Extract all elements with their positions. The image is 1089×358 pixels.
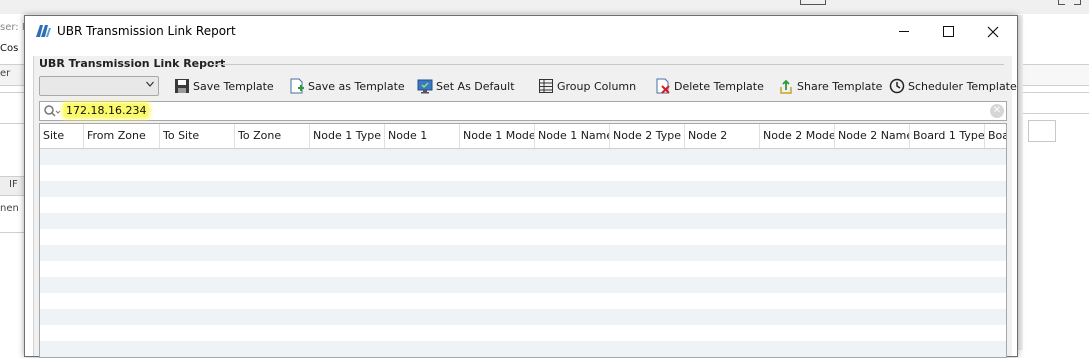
background-window-button	[800, 0, 826, 5]
scheduler-template-button[interactable]: Scheduler Template	[889, 75, 1017, 97]
column-header[interactable]: Node 1 Type	[310, 124, 385, 148]
column-header[interactable]: Node 2 Name	[835, 124, 910, 148]
background-content-label: nen	[0, 203, 19, 214]
save-as-icon	[290, 78, 304, 94]
table-row	[40, 341, 1006, 357]
table-row	[40, 229, 1006, 245]
background-app-header	[0, 0, 1089, 14]
column-header[interactable]: Node 1	[385, 124, 460, 148]
table-row	[40, 277, 1006, 293]
column-header[interactable]: Node 2 Type	[610, 124, 685, 148]
search-icon	[44, 105, 61, 117]
group-column-label: Group Column	[557, 79, 637, 93]
report-table: Site From Zone To Site To Zone Node 1 Type No…	[39, 123, 1007, 358]
save-as-template-button[interactable]: Save as Template	[289, 75, 405, 97]
table-row	[40, 325, 1006, 341]
report-dialog: UBR Transmission Link Report UBR Transmi…	[24, 15, 1018, 358]
report-panel: UBR Transmission Link Report Save Templa…	[33, 56, 1017, 358]
close-icon	[987, 26, 999, 37]
monitor-icon	[417, 79, 433, 94]
background-right-field[interactable]	[1028, 120, 1056, 142]
column-header[interactable]: Node 1 Model	[460, 124, 535, 148]
column-header[interactable]: Node 2 Model	[760, 124, 835, 148]
table-row	[40, 149, 1006, 165]
search-input[interactable]: 172.18.16.234 ✕	[39, 101, 1007, 121]
chevron-down-icon	[146, 81, 154, 87]
background-right-toolbar	[1016, 64, 1089, 86]
dialog-title: UBR Transmission Link Report	[57, 24, 236, 38]
background-divider	[0, 232, 24, 233]
delete-template-icon	[656, 78, 670, 94]
table-row	[40, 245, 1006, 261]
background-corner-bracket-right	[1074, 0, 1081, 5]
clock-icon	[889, 78, 905, 94]
template-select[interactable]	[39, 76, 159, 96]
minimize-button[interactable]	[881, 16, 927, 47]
maximize-icon	[942, 26, 954, 37]
table-row	[40, 181, 1006, 197]
column-header[interactable]: Node 1 Name	[535, 124, 610, 148]
table-header: Site From Zone To Site To Zone Node 1 Type No…	[40, 124, 1006, 149]
set-as-default-button[interactable]: Set As Default	[417, 75, 515, 97]
save-icon	[175, 79, 189, 93]
background-tab-bar: IF	[0, 176, 24, 196]
background-filter-label: er	[0, 68, 11, 79]
column-header[interactable]: Node 2	[685, 124, 760, 148]
table-row	[40, 165, 1006, 181]
table-row	[40, 261, 1006, 277]
background-cost-label: Cos	[0, 43, 19, 54]
table-row	[40, 213, 1006, 229]
table-row	[40, 293, 1006, 309]
background-right-row	[1016, 92, 1089, 114]
dialog-titlebar[interactable]: UBR Transmission Link Report	[25, 16, 1017, 47]
column-header[interactable]: Boa	[985, 124, 1006, 148]
table-row	[40, 309, 1006, 325]
group-title: UBR Transmission Link Report	[39, 57, 230, 70]
group-divider	[212, 64, 1004, 65]
table-row	[40, 197, 1006, 213]
maximize-button[interactable]	[925, 16, 971, 47]
scheduler-template-label: Scheduler Template	[908, 79, 1017, 93]
group-column-icon	[539, 79, 553, 93]
save-template-button[interactable]: Save Template	[174, 75, 274, 97]
share-template-label: Share Template	[797, 79, 883, 93]
share-icon	[780, 79, 792, 94]
background-panel	[0, 92, 24, 124]
set-as-default-label: Set As Default	[436, 79, 515, 93]
group-column-button[interactable]: Group Column	[538, 75, 636, 97]
background-filter-bar: er	[0, 64, 24, 86]
background-tab-label: IF	[9, 179, 18, 190]
save-as-template-label: Save as Template	[308, 79, 405, 93]
column-header[interactable]: Site	[40, 124, 84, 148]
search-value: 172.18.16.234	[64, 104, 149, 117]
column-header[interactable]: Board 1 Type	[910, 124, 985, 148]
clear-search-icon[interactable]: ✕	[990, 104, 1004, 118]
save-template-label: Save Template	[193, 79, 274, 93]
background-corner-bracket-left	[1058, 0, 1065, 5]
app-logo-icon	[35, 24, 51, 38]
column-header[interactable]: From Zone	[84, 124, 160, 148]
column-header[interactable]: To Site	[160, 124, 235, 148]
close-button[interactable]	[970, 16, 1016, 47]
table-body	[40, 149, 1006, 357]
minimize-icon	[899, 31, 909, 32]
delete-template-label: Delete Template	[674, 79, 764, 93]
share-template-button[interactable]: Share Template	[778, 75, 882, 97]
delete-template-button[interactable]: Delete Template	[655, 75, 764, 97]
column-header[interactable]: To Zone	[235, 124, 310, 148]
